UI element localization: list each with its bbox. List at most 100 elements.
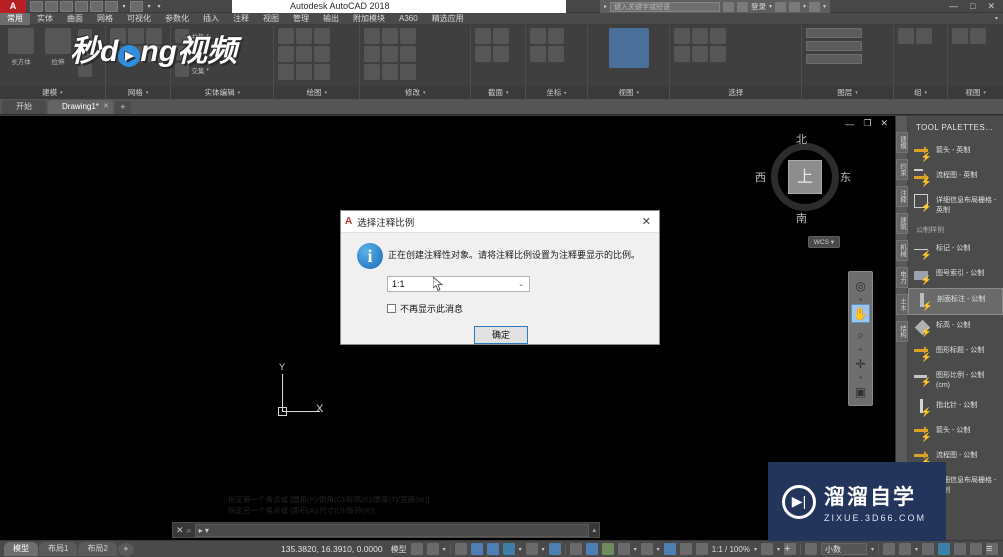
qat-open-icon[interactable] [45,0,58,12]
grid-display-icon[interactable] [410,543,423,555]
ribbon-button-box[interactable]: 长方体 [4,28,38,66]
navigation-bar[interactable]: ◎ ✋ ⌕ ✛ ▣ [848,271,873,406]
minimize-button[interactable]: — [949,0,958,13]
palette-tab-mechanical[interactable]: 机械 [895,240,908,261]
ucs-3point-icon[interactable] [548,28,565,44]
ok-button[interactable]: 确定 [474,326,528,344]
ribbon-panel-modeling-title[interactable]: 建模 ▾ [0,87,105,99]
qat-plot-icon[interactable] [90,0,103,12]
ribbon-tab-keshihua[interactable]: 可视化 [120,13,158,25]
snap-dropdown-icon[interactable]: ▾ [443,546,446,553]
palette-tab-modeling[interactable]: 建模 [895,132,908,153]
show-motion-icon[interactable]: ▣ [851,382,870,401]
ribbon-tab-wangge[interactable]: 网格 [90,13,120,25]
palette-item-north-arrow-metric[interactable]: ⚡ 指北针 - 公制 [908,395,1003,420]
view-cube-south-label[interactable]: 南 [796,210,807,226]
window-controls[interactable]: — □ ✕ [949,0,1001,13]
chevron-down-icon[interactable]: ▾ [238,87,241,99]
object-snap-tracking-icon[interactable] [525,543,538,555]
selection-cycling-icon[interactable] [617,543,630,555]
checkbox-box[interactable] [387,304,396,313]
drawing-close-button[interactable]: ✕ [880,118,888,129]
print-status-icon[interactable] [954,543,966,555]
annotation-scale-status-icon[interactable] [695,543,708,555]
ungroup-icon[interactable] [915,28,932,44]
group-icon[interactable] [897,28,914,44]
ribbon-tab-shiti[interactable]: 实体 [30,13,60,25]
quick-select-icon[interactable] [674,46,691,62]
box-icon[interactable] [8,28,34,54]
layout-tabs[interactable]: 模型 布局1 布局2 + [0,542,134,556]
chevron-down-icon[interactable]: ▾ [506,87,509,99]
view-cube-north-label[interactable]: 北 [796,131,807,147]
qat-customize-icon[interactable]: ▾ [155,1,163,12]
palette-tab-annotation[interactable]: 注释 [895,186,908,207]
flatshot-icon[interactable] [493,46,510,62]
palette-item-flowchart-imperial[interactable]: ⚡ 流程图 - 英制 [908,165,1003,190]
units-dropdown-icon[interactable]: ▾ [871,546,874,553]
qat-save-icon[interactable] [60,0,73,12]
autoscale-icon[interactable] [679,543,692,555]
view-cube-west-label[interactable]: 西 [755,169,766,185]
ribbon-panel-coordinates-title[interactable]: 坐标 ▸ [526,87,588,99]
annotation-visibility-icon[interactable] [663,543,676,555]
polar-tracking-icon[interactable] [486,543,499,555]
ribbon-tab-jingxuanyingyong[interactable]: 精选应用 [425,13,471,25]
palette-tab-electrical[interactable]: 电力 [895,267,908,288]
viewport-config-icon[interactable] [952,28,969,44]
cloud-icon[interactable] [789,1,801,12]
model-space-label[interactable]: 模型 [391,544,407,555]
chevron-down-icon[interactable]: ▾ [146,87,149,99]
hatch-icon[interactable] [278,64,295,80]
view-cube-top-face[interactable]: 上 [788,160,822,194]
ribbon-panel-section-title[interactable]: 截面 ▾ [471,87,526,99]
layout-tab-layout1[interactable]: 布局1 [39,542,78,556]
rotate-icon[interactable] [382,28,399,44]
ellipse-icon[interactable] [314,46,331,62]
ribbon-tab-guanli[interactable]: 管理 [286,13,316,25]
chevron-down-icon[interactable]: ▾ [983,87,986,99]
lineweight-icon[interactable] [585,543,598,555]
pan-hand-icon[interactable]: ✋ [851,304,870,323]
palette-tab-structural[interactable]: 结构 [895,321,908,342]
help-icon[interactable] [809,1,821,12]
dialog-close-button[interactable]: ✕ [638,215,655,228]
workspace-switching-icon[interactable] [760,543,773,555]
ribbon-panel-selection-title[interactable]: 选择 [670,87,802,99]
named-views-icon[interactable] [970,28,987,44]
isolate-icon[interactable] [710,28,727,44]
qat-new-icon[interactable] [30,0,43,12]
coordinate-readout[interactable]: 135.3820, 16.3910, 0.0000 [281,544,391,554]
mirror-icon[interactable] [382,46,399,62]
infocenter-search-icon[interactable] [723,1,735,12]
ucs-world-icon[interactable] [530,28,547,44]
infocenter[interactable]: ▸ 键入关键字或短语 登录 ▾ ▾ ▾ [600,0,831,13]
file-tab-close-icon[interactable]: ✕ [103,100,109,114]
dont-show-again-checkbox[interactable]: 不再显示此消息 [387,302,463,315]
units-dropdown[interactable]: 小数 [820,543,867,555]
dynamic-ucs-icon[interactable] [548,543,561,555]
layer-state-field[interactable] [806,54,863,64]
ribbon-panel-mesh-title[interactable]: 网格 ▾ [105,87,171,99]
ribbon-panel-solid-editing-title[interactable]: 实体编辑 ▾ [171,87,274,99]
autodesk-app-store-icon[interactable] [775,1,787,12]
select-similar-icon[interactable] [692,28,709,44]
ribbon-tab-zhushi[interactable]: 注释 [226,13,256,25]
chevron-down-icon[interactable]: ▾ [60,87,63,99]
signin-dropdown-icon[interactable]: ▾ [769,3,772,10]
object-snap-icon[interactable] [502,543,515,555]
ribbon-minimize-icon[interactable]: ▾ [995,15,1003,22]
view-cube-east-label[interactable]: 东 [840,169,851,185]
infer-constraints-icon[interactable] [454,543,467,555]
palette-tab-architectural[interactable]: 建筑 [895,213,908,234]
extrude-icon[interactable] [45,28,71,54]
ribbon-panel-layers-title[interactable]: 图层 ▾ [802,87,893,99]
fillet-icon[interactable] [400,46,417,62]
qat-undo-icon[interactable] [105,0,118,12]
palette-item-arrow-metric[interactable]: ⚡ 箭头 - 公制 [908,420,1003,445]
infocenter-expand-icon[interactable]: ▸ [604,3,607,10]
display-locking-dropdown-icon[interactable]: ▾ [915,546,918,553]
close-button[interactable]: ✕ [987,0,995,13]
ribbon-panel-view-title[interactable]: 视图 ▾ [588,87,670,99]
palette-tab-civil[interactable]: 土木 [895,294,908,315]
